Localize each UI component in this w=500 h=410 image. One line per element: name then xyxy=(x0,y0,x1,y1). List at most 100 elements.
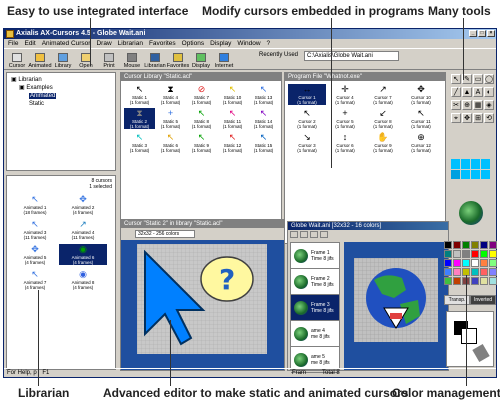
menu-item[interactable]: Animated Cursor xyxy=(42,39,91,48)
title-bar[interactable]: Axialis AX-Cursors 4.5 - Globe Wait.ani … xyxy=(4,29,496,39)
toolbar-button-librarian[interactable]: Librarian xyxy=(144,49,166,69)
palette-swatch[interactable] xyxy=(471,268,479,276)
toolbar-button-mouse[interactable]: Mouse xyxy=(121,49,143,69)
palette-swatch[interactable] xyxy=(453,241,461,249)
palette-swatch[interactable] xyxy=(471,250,479,258)
cursor-item[interactable]: ↔ Cursor 1 (1 format) xyxy=(288,84,326,105)
cursor-item[interactable]: ↖ Cursor 2 (1 format) xyxy=(288,108,326,129)
cursor-item[interactable]: ↖ Static 3 (1 format) xyxy=(124,132,155,153)
tool-icon[interactable]: ↖ xyxy=(451,74,461,84)
cursor-item[interactable]: ↖ Static 11 (1 format) xyxy=(217,108,248,129)
play-icon[interactable] xyxy=(290,231,298,238)
palette-swatch[interactable] xyxy=(444,250,452,258)
tool-icon[interactable]: A xyxy=(473,87,483,97)
cursor-item[interactable]: ↗ Cursor 7 (1 format) xyxy=(364,84,402,105)
menu-item[interactable]: Edit xyxy=(24,39,35,48)
palette-swatch[interactable] xyxy=(471,241,479,249)
tool-icon[interactable]: ⊞ xyxy=(473,113,483,123)
palette-swatch[interactable] xyxy=(480,250,488,258)
globe-cursor-canvas[interactable] xyxy=(354,258,438,342)
prev-frame-icon[interactable] xyxy=(310,231,318,238)
cursor-item[interactable]: ↖ Static 13 (1 format) xyxy=(248,84,279,105)
cursor-item[interactable]: ↖ Animated 7 (4 frames) xyxy=(11,269,59,290)
cursor-item[interactable]: ↖ Static 10 (1 format) xyxy=(217,84,248,105)
palette-swatch[interactable] xyxy=(444,277,452,285)
stop-icon[interactable] xyxy=(300,231,308,238)
recently-used-combo[interactable]: C:\Axialis\Globe Wait.ani xyxy=(304,51,399,61)
tool-icon[interactable]: ⌖ xyxy=(451,113,461,123)
toolbar-button-favorites[interactable]: Favorites xyxy=(167,49,189,69)
tool-icon[interactable]: ▭ xyxy=(473,74,483,84)
cursor-item[interactable]: ↖ Static 15 (1 format) xyxy=(248,132,279,153)
toolbar-button-print[interactable]: Print xyxy=(98,49,120,69)
tool-icon[interactable]: ◯ xyxy=(484,74,494,84)
tree-item-static[interactable]: Static xyxy=(11,100,111,108)
palette-swatch[interactable] xyxy=(462,241,470,249)
palette-swatch[interactable] xyxy=(480,268,488,276)
close-icon[interactable]: × xyxy=(487,30,495,37)
cursor-item[interactable]: + Static 5 (1 format) xyxy=(155,108,186,129)
animation-frame[interactable]: ame 4 me 8 jifs xyxy=(291,321,339,347)
toolbar-button-internet[interactable]: Internet xyxy=(213,49,235,69)
toolbar-button-open[interactable]: Open xyxy=(75,49,97,69)
toolbar-button-library[interactable]: Library xyxy=(52,49,74,69)
menu-item[interactable]: Options xyxy=(182,39,204,48)
color-selector[interactable] xyxy=(446,311,494,367)
menu-item[interactable]: ? xyxy=(267,39,271,48)
palette-swatch[interactable] xyxy=(444,259,452,267)
palette-swatch[interactable] xyxy=(480,259,488,267)
palette-swatch[interactable] xyxy=(480,277,488,285)
cursor-item[interactable]: ⧗ Static 4 (1 format) xyxy=(155,84,186,105)
palette-swatch[interactable] xyxy=(489,268,497,276)
palette-swatch[interactable] xyxy=(453,259,461,267)
format-select[interactable]: 32x32 - 256 colors xyxy=(135,230,195,238)
palette-swatch[interactable] xyxy=(462,259,470,267)
inverted-color[interactable]: Inverted xyxy=(470,295,496,305)
palette-swatch[interactable] xyxy=(489,250,497,258)
tool-icon[interactable]: ⊕ xyxy=(462,100,472,110)
minimize-icon[interactable]: _ xyxy=(469,30,477,37)
cursor-item[interactable]: ⊕ Cursor 12 (1 format) xyxy=(402,132,440,153)
cursor-item[interactable]: ◉ Animated 6 (4 frames) xyxy=(59,244,107,265)
cursor-item[interactable]: ↗ Animated 4 (11 frames) xyxy=(59,219,107,240)
tool-icon[interactable]: ▦ xyxy=(473,100,483,110)
palette-swatch[interactable] xyxy=(462,250,470,258)
cursor-item[interactable]: ↖ Animated 3 (11 frames) xyxy=(11,219,59,240)
cursor-item[interactable]: ↘ Cursor 3 (1 format) xyxy=(288,132,326,153)
palette-swatch[interactable] xyxy=(489,277,497,285)
menu-item[interactable]: File xyxy=(8,39,18,48)
palette-swatch[interactable] xyxy=(471,277,479,285)
cursor-item[interactable]: ↖ Animated 1 (18 frames) xyxy=(11,194,59,215)
menu-item[interactable]: Display xyxy=(210,39,231,48)
cursor-item[interactable]: ↖ Static 8 (1 format) xyxy=(186,108,217,129)
cursor-item[interactable]: ✥ Cursor 10 (1 format) xyxy=(402,84,440,105)
cursor-library-title[interactable]: Cursor Library "Static.acl" xyxy=(121,73,281,81)
tool-icon[interactable]: ⟲ xyxy=(484,113,494,123)
menu-item[interactable]: Favorites xyxy=(149,39,176,48)
tool-icon[interactable]: ✂ xyxy=(451,100,461,110)
cursor-item[interactable]: ↖ Static 9 (1 format) xyxy=(186,132,217,153)
animation-frame[interactable]: Frame 2 Time 8 jifs xyxy=(291,269,339,295)
static-cursor-canvas[interactable]: ? xyxy=(137,244,267,354)
tool-icon[interactable]: ✥ xyxy=(462,113,472,123)
next-frame-icon[interactable] xyxy=(320,231,328,238)
tree-examples[interactable]: ▣ Examples xyxy=(11,84,111,92)
animation-frame[interactable]: Frame 3 Time 8 jifs xyxy=(291,295,339,321)
palette-swatch[interactable] xyxy=(444,268,452,276)
cursor-item[interactable]: ✥ Animated 2 (4 frames) xyxy=(59,194,107,215)
tree-root[interactable]: ▣ Librarian xyxy=(11,76,111,84)
cursor-item[interactable]: ✋ Cursor 9 (1 format) xyxy=(364,132,402,153)
menu-item[interactable]: Librarian xyxy=(118,39,143,48)
tool-icon[interactable]: ◈ xyxy=(484,100,494,110)
animation-frame[interactable]: Frame 1 Time 8 jifs xyxy=(291,243,339,269)
cursor-item[interactable]: ◉ Animated 8 (4 frames) xyxy=(59,269,107,290)
palette-swatch[interactable] xyxy=(471,259,479,267)
tool-icon[interactable]: ╱ xyxy=(451,87,461,97)
toolbar-button-cursor[interactable]: Cursor xyxy=(6,49,28,69)
cursor-item[interactable]: ↖ Cursor 11 (1 format) xyxy=(402,108,440,129)
globe-editor-title[interactable]: Globe Wait.ani [32x32 - 16 colors] xyxy=(288,222,448,230)
static-editor-title[interactable]: Cursor "Static 2" in library "Static.acl… xyxy=(121,220,284,228)
cursor-item[interactable]: ↖ Static 12 (1 format) xyxy=(217,132,248,153)
toolbar-button-display[interactable]: Display xyxy=(190,49,212,69)
menu-item[interactable]: Draw xyxy=(96,39,111,48)
